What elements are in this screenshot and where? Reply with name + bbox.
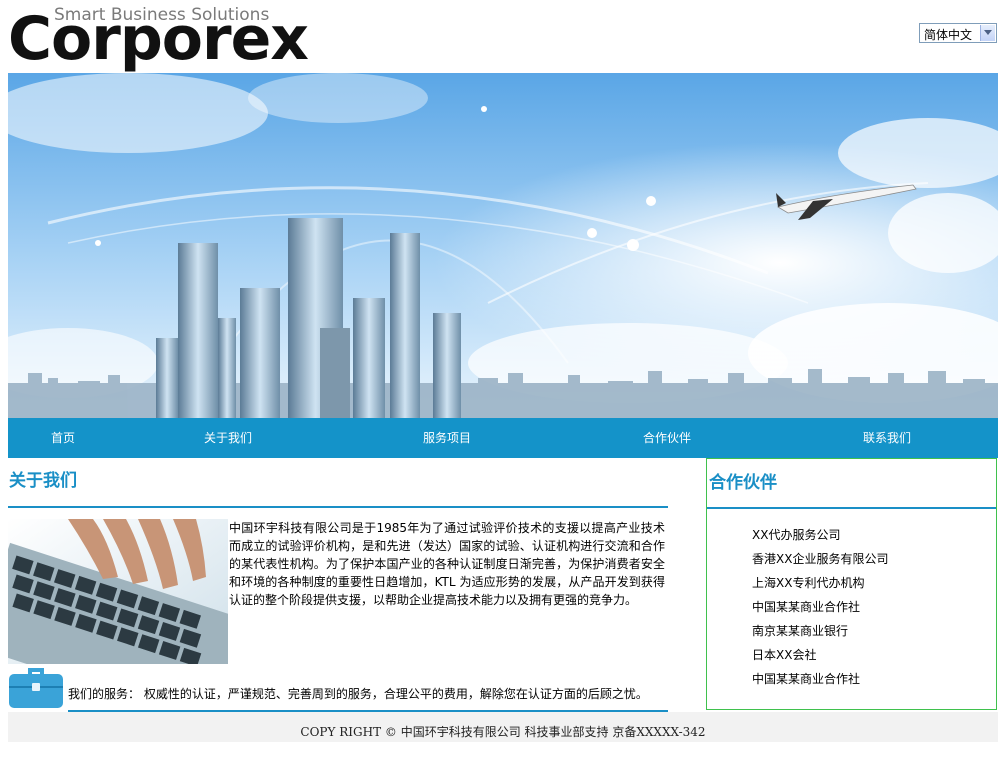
main-nav: 首页 关于我们 服务项目 合作伙伴 联系我们 — [8, 418, 998, 458]
nav-item-about[interactable]: 关于我们 — [173, 418, 283, 458]
hero-banner — [8, 73, 998, 418]
nav-item-contact[interactable]: 联系我们 — [832, 418, 942, 458]
partner-link[interactable]: 南京某某商业银行 — [752, 619, 888, 643]
partner-link[interactable]: 日本XX会社 — [752, 643, 888, 667]
service-statement: 我们的服务： 权威性的认证，严谨规范、完善周到的服务，合理公平的费用，解除您在认… — [68, 687, 648, 701]
nav-item-partners[interactable]: 合作伙伴 — [612, 418, 722, 458]
nav-item-home[interactable]: 首页 — [8, 418, 118, 458]
partners-list: XX代办服务公司 香港XX企业服务有限公司 上海XX专利代办机构 中国某某商业合… — [752, 523, 888, 691]
chevron-down-icon[interactable] — [980, 25, 995, 41]
partner-link[interactable]: 中国某某商业合作社 — [752, 595, 888, 619]
partner-link[interactable]: 中国某某商业合作社 — [752, 667, 888, 691]
footer-copyright: COPY RIGHT © 中国环宇科技有限公司 科技事业部支持 京备XXXXX-… — [8, 712, 998, 742]
language-select-value: 简体中文 — [924, 28, 973, 42]
about-divider — [8, 506, 668, 508]
site-logo[interactable]: Smart Business Solutions Corporex — [8, 3, 309, 74]
briefcase-icon — [8, 664, 64, 710]
logo-wordmark: Corporex — [8, 4, 309, 74]
language-select[interactable]: 简体中文 — [919, 23, 997, 43]
partners-title: 合作伙伴 — [709, 473, 777, 493]
partners-divider — [707, 507, 996, 509]
about-title: 关于我们 — [9, 471, 77, 491]
partner-link[interactable]: XX代办服务公司 — [752, 523, 888, 547]
nav-item-services[interactable]: 服务项目 — [392, 418, 502, 458]
partner-link[interactable]: 上海XX专利代办机构 — [752, 571, 888, 595]
partner-link[interactable]: 香港XX企业服务有限公司 — [752, 547, 888, 571]
partners-panel: 合作伙伴 XX代办服务公司 香港XX企业服务有限公司 上海XX专利代办机构 中国… — [706, 458, 997, 710]
about-description: 中国环宇科技有限公司是于1985年为了通过试验评价技术的支援以提高产业技术而成立… — [229, 521, 665, 607]
keyboard-image — [8, 519, 228, 664]
